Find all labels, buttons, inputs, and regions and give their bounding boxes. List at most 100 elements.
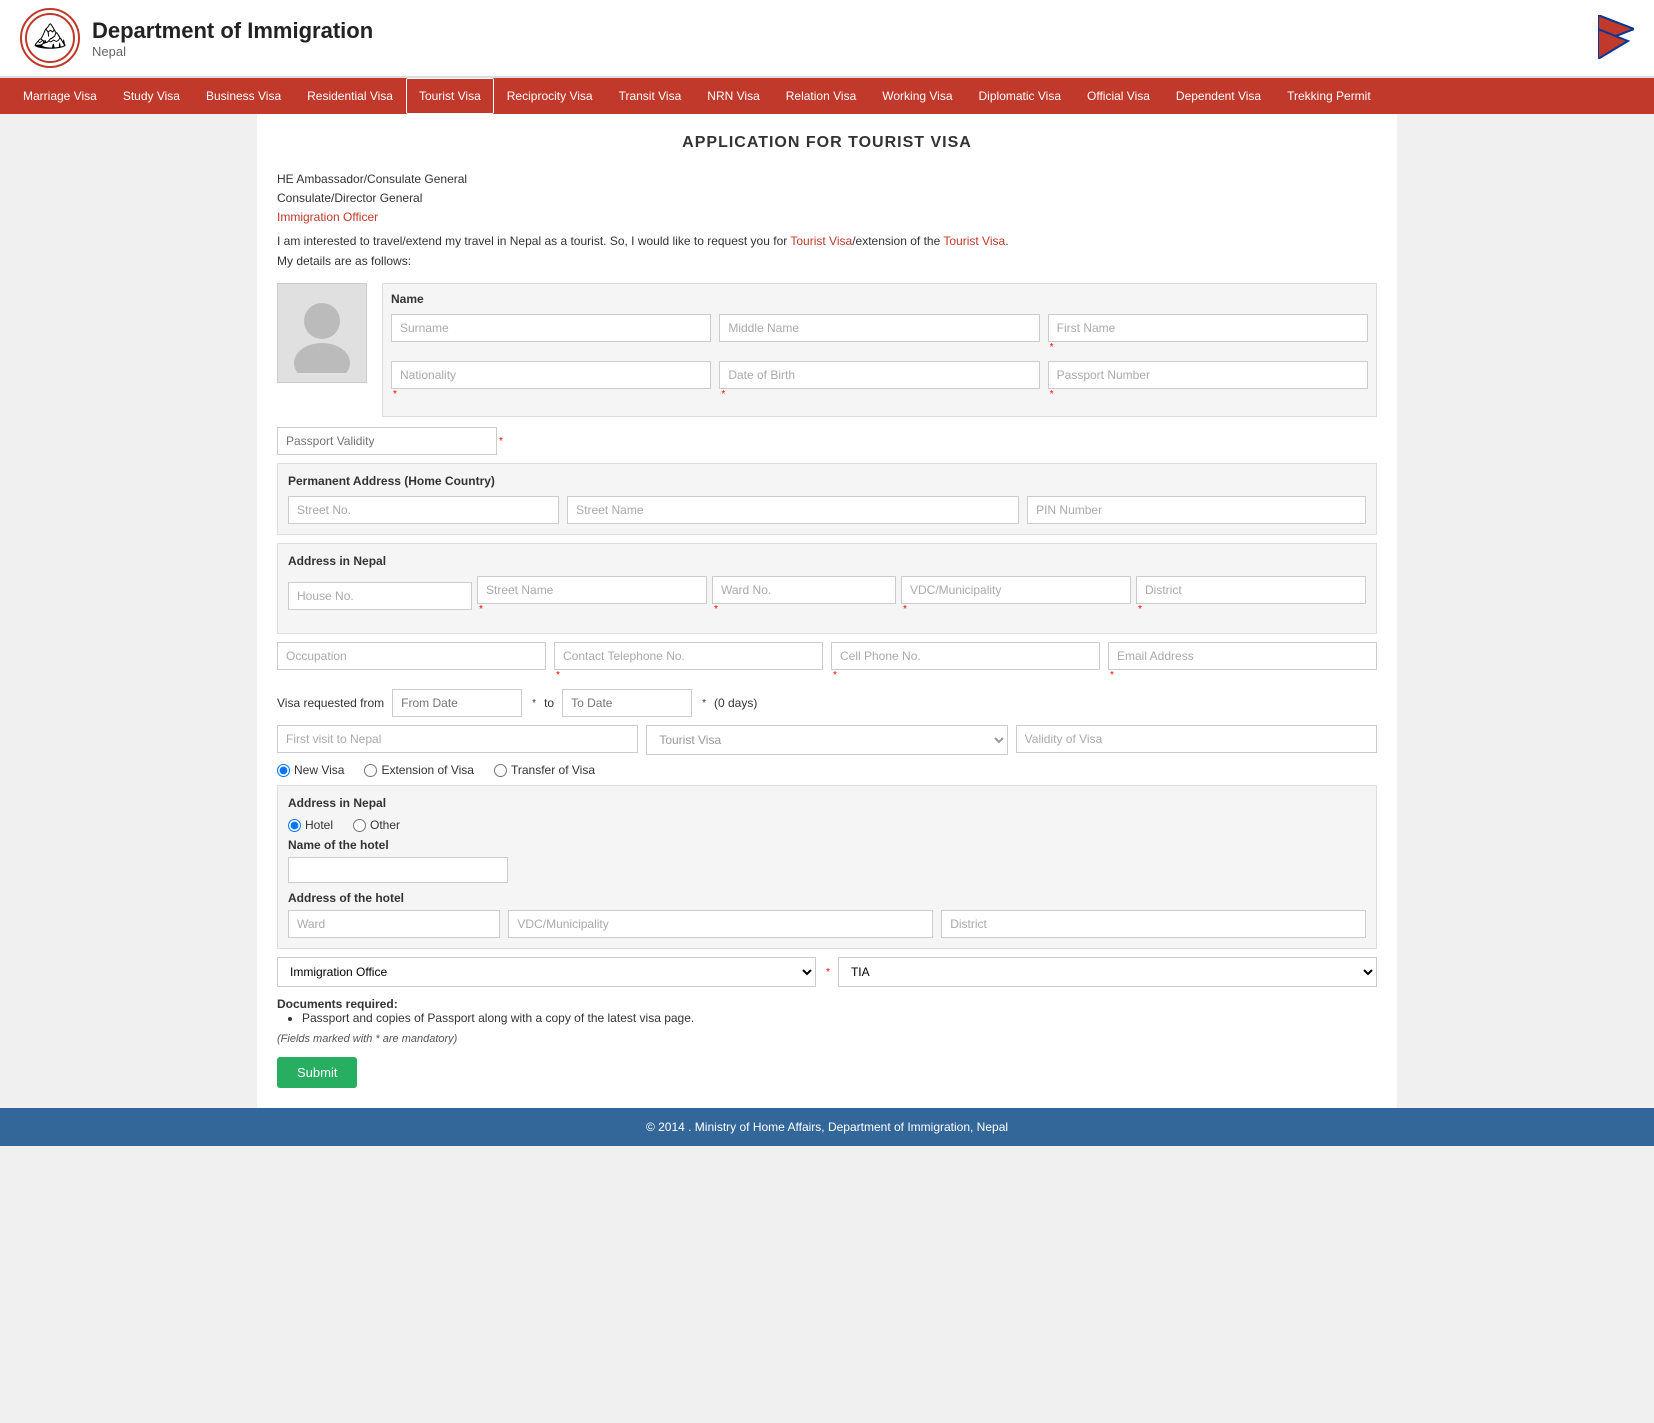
- other-radio-label[interactable]: Other: [353, 818, 400, 832]
- hotel-district-input[interactable]: [941, 910, 1366, 938]
- nav-trekking-permit[interactable]: Trekking Permit: [1274, 78, 1384, 114]
- extension-visa-radio[interactable]: [364, 764, 377, 777]
- validity-of-visa-input[interactable]: [1016, 725, 1377, 753]
- pin-number-group: [1027, 496, 1366, 524]
- first-visit-input[interactable]: [277, 725, 638, 753]
- nav-official-visa[interactable]: Official Visa: [1074, 78, 1163, 114]
- nav-residential-visa[interactable]: Residential Visa: [294, 78, 406, 114]
- surname-group: [391, 314, 711, 342]
- hotel-label: Hotel: [305, 818, 333, 832]
- hotel-vdc-group: [508, 910, 933, 938]
- new-visa-radio[interactable]: [277, 764, 290, 777]
- district-input[interactable]: [1136, 576, 1366, 604]
- nav-dependent-visa[interactable]: Dependent Visa: [1163, 78, 1274, 114]
- address-nepal-label: Address in Nepal: [288, 554, 1366, 568]
- dob-group: *: [719, 361, 1039, 400]
- nationality-input[interactable]: [391, 361, 711, 389]
- submit-button[interactable]: Submit: [277, 1057, 357, 1088]
- transfer-visa-radio-label[interactable]: Transfer of Visa: [494, 763, 595, 777]
- hotel-radio-label[interactable]: Hotel: [288, 818, 333, 832]
- dob-input[interactable]: [719, 361, 1039, 389]
- nav-study-visa[interactable]: Study Visa: [110, 78, 193, 114]
- email-input[interactable]: [1108, 642, 1377, 670]
- immigration-office-select[interactable]: Immigration Office Other: [277, 957, 816, 987]
- header-left: 🏔 Department of Immigration Nepal: [20, 8, 373, 68]
- contact-row: * * *: [277, 642, 1377, 681]
- nav-tourist-visa[interactable]: Tourist Visa: [406, 78, 494, 114]
- street-no-group: [288, 496, 559, 524]
- visa-type-group: Tourist Visa Business Visa Other: [646, 725, 1007, 755]
- intro-body: I am interested to travel/extend my trav…: [277, 234, 1377, 248]
- footer-text: © 2014 . Ministry of Home Affairs, Depar…: [646, 1120, 1008, 1134]
- site-subtitle: Nepal: [92, 44, 373, 59]
- passport-validity-input[interactable]: [277, 427, 497, 455]
- intro-section: HE Ambassador/Consulate General Consulat…: [277, 172, 1377, 268]
- nav-reciprocity-visa[interactable]: Reciprocity Visa: [494, 78, 606, 114]
- from-date-input[interactable]: [392, 689, 522, 717]
- nav-working-visa[interactable]: Working Visa: [869, 78, 965, 114]
- hotel-name-label: Name of the hotel: [288, 838, 1366, 852]
- passport-number-input[interactable]: [1048, 361, 1368, 389]
- documents-section: Documents required: Passport and copies …: [277, 997, 1377, 1025]
- office-row: Immigration Office Other * TIA Other: [277, 957, 1377, 987]
- main-content: APPLICATION FOR TOURIST VISA HE Ambassad…: [257, 114, 1397, 1108]
- tia-select[interactable]: TIA Other: [838, 957, 1377, 987]
- hotel-other-radio-group: Hotel Other: [288, 818, 1366, 832]
- nepal-flag: [1598, 15, 1634, 62]
- validity-of-visa-group: [1016, 725, 1377, 755]
- nav-transit-visa[interactable]: Transit Visa: [606, 78, 695, 114]
- vdc-input[interactable]: [901, 576, 1131, 604]
- name-section-label: Name: [391, 292, 1368, 306]
- documents-label: Documents required:: [277, 997, 398, 1011]
- extension-visa-radio-label[interactable]: Extension of Visa: [364, 763, 474, 777]
- cell-phone-input[interactable]: [831, 642, 1100, 670]
- hotel-address-label: Address of the hotel: [288, 891, 1366, 905]
- pin-number-input[interactable]: [1027, 496, 1366, 524]
- contact-phone-input[interactable]: [554, 642, 823, 670]
- hotel-name-input[interactable]: [288, 857, 508, 883]
- nav-marriage-visa[interactable]: Marriage Visa: [10, 78, 110, 114]
- house-no-input[interactable]: [288, 582, 472, 610]
- transfer-visa-label: Transfer of Visa: [511, 763, 595, 777]
- surname-input[interactable]: [391, 314, 711, 342]
- street-no-input[interactable]: [288, 496, 559, 524]
- other-label: Other: [370, 818, 400, 832]
- visa-dates-row: Visa requested from * to * (0 days): [277, 689, 1377, 717]
- nationality-row: * * *: [391, 361, 1368, 400]
- other-radio[interactable]: [353, 819, 366, 832]
- permanent-address-label: Permanent Address (Home Country): [288, 474, 1366, 488]
- middle-name-input[interactable]: [719, 314, 1039, 342]
- occupation-input[interactable]: [277, 642, 546, 670]
- site-title: Department of Immigration: [92, 18, 373, 44]
- photo-placeholder: [277, 283, 367, 383]
- footer: © 2014 . Ministry of Home Affairs, Depar…: [0, 1108, 1654, 1146]
- first-name-group: *: [1048, 314, 1368, 353]
- main-nav: Marriage Visa Study Visa Business Visa R…: [0, 78, 1654, 114]
- nav-relation-visa[interactable]: Relation Visa: [773, 78, 870, 114]
- svg-text:🏔: 🏔: [33, 21, 66, 51]
- to-date-input[interactable]: [562, 689, 692, 717]
- hotel-ward-input[interactable]: [288, 910, 500, 938]
- new-visa-radio-label[interactable]: New Visa: [277, 763, 344, 777]
- intro-details: My details are as follows:: [277, 254, 1377, 268]
- hotel-ward-group: [288, 910, 500, 938]
- contact-phone-group: *: [554, 642, 823, 681]
- nav-business-visa[interactable]: Business Visa: [193, 78, 294, 114]
- street-name-input[interactable]: [567, 496, 1019, 524]
- first-name-input[interactable]: [1048, 314, 1368, 342]
- transfer-visa-radio[interactable]: [494, 764, 507, 777]
- hotel-vdc-input[interactable]: [508, 910, 933, 938]
- ward-no-input[interactable]: [712, 576, 896, 604]
- house-no-group: [288, 582, 472, 610]
- hotel-radio[interactable]: [288, 819, 301, 832]
- nav-nrn-visa[interactable]: NRN Visa: [694, 78, 772, 114]
- visa-type-select[interactable]: Tourist Visa Business Visa Other: [646, 725, 1007, 755]
- name-section: Name * * *: [382, 283, 1377, 417]
- page-title: APPLICATION FOR TOURIST VISA: [277, 134, 1377, 152]
- hotel-address-row: [288, 910, 1366, 938]
- street-name-nepal-input[interactable]: [477, 576, 707, 604]
- name-row: *: [391, 314, 1368, 353]
- hotel-address-section: Address in Nepal Hotel Other Name of the…: [277, 785, 1377, 949]
- nav-diplomatic-visa[interactable]: Diplomatic Visa: [966, 78, 1074, 114]
- nationality-group: *: [391, 361, 711, 400]
